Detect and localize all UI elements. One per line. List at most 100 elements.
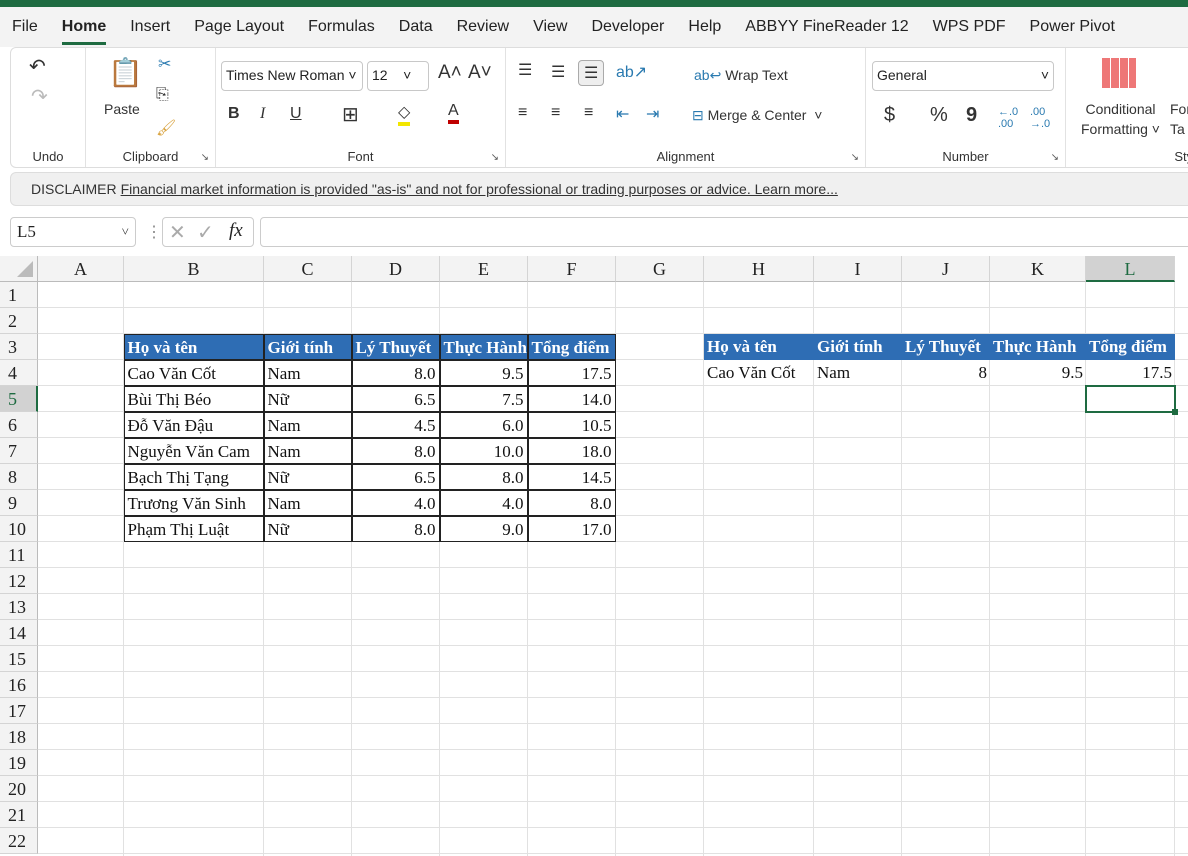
italic-button[interactable]: I xyxy=(260,105,265,123)
align-middle-icon[interactable]: ☰ xyxy=(551,62,565,82)
selected-cell[interactable] xyxy=(1085,385,1176,413)
table-cell[interactable]: Cao Văn Cốt xyxy=(704,360,814,386)
table-cell[interactable]: 14.5 xyxy=(527,463,616,490)
table-cell[interactable]: Nam xyxy=(263,437,352,464)
decrease-indent-icon[interactable]: ⇤ xyxy=(616,104,629,124)
table-cell[interactable]: Nữ xyxy=(263,385,352,412)
tab-data[interactable]: Data xyxy=(387,7,445,47)
undo-icon[interactable]: ↶ xyxy=(29,54,46,79)
tab-review[interactable]: Review xyxy=(445,7,521,47)
row-header-21[interactable]: 21 xyxy=(0,802,38,828)
paste-button[interactable]: Paste xyxy=(104,101,140,117)
table-cell[interactable]: 8.0 xyxy=(351,359,440,386)
table-cell[interactable]: Bùi Thị Béo xyxy=(123,385,264,412)
increase-decimal-icon[interactable]: ←.0.00 xyxy=(998,106,1018,130)
table-cell[interactable]: 8.0 xyxy=(351,515,440,542)
row-header-3[interactable]: 3 xyxy=(0,334,38,360)
table-cell[interactable]: 8.0 xyxy=(527,489,616,516)
dialog-launcher-icon[interactable]: ↘ xyxy=(1051,152,1059,163)
row-header-11[interactable]: 11 xyxy=(0,542,38,568)
enter-icon[interactable]: ✓ xyxy=(197,220,214,245)
align-left-icon[interactable]: ≡ xyxy=(518,104,527,122)
conditional-formatting-button[interactable]: Conditional Formatting ˅ xyxy=(1081,99,1160,139)
table-cell[interactable]: 9.5 xyxy=(990,360,1086,386)
increase-indent-icon[interactable]: ⇥ xyxy=(646,104,659,124)
cut-icon[interactable]: ✂ xyxy=(158,54,171,74)
dialog-launcher-icon[interactable]: ↘ xyxy=(851,152,859,163)
align-top-icon[interactable]: ☰ xyxy=(518,60,532,80)
align-center-icon[interactable]: ≡ xyxy=(551,104,560,122)
paste-icon[interactable]: 📋 xyxy=(108,56,143,89)
formula-input[interactable] xyxy=(260,217,1188,247)
row-header-10[interactable]: 10 xyxy=(0,516,38,542)
tab-wps-pdf[interactable]: WPS PDF xyxy=(921,7,1018,47)
tab-power-pivot[interactable]: Power Pivot xyxy=(1018,7,1127,47)
table-cell[interactable]: Nam xyxy=(263,411,352,438)
font-color-icon[interactable]: A xyxy=(448,102,459,124)
comma-style-button[interactable]: 9 xyxy=(966,104,977,127)
increase-font-icon[interactable]: A˄ xyxy=(438,62,462,84)
disclaimer-link[interactable]: Financial market information is provided… xyxy=(121,181,838,197)
table-cell[interactable]: 9.5 xyxy=(439,359,528,386)
font-name-dropdown[interactable]: Times New Roman ˅ xyxy=(221,61,363,91)
table-cell[interactable]: 18.0 xyxy=(527,437,616,464)
name-box[interactable]: L5 ˅ xyxy=(10,217,136,247)
table-cell[interactable]: 10.5 xyxy=(527,411,616,438)
row-header-2[interactable]: 2 xyxy=(0,308,38,334)
table-cell[interactable]: 8.0 xyxy=(351,437,440,464)
decrease-font-icon[interactable]: A˅ xyxy=(468,62,492,84)
table-cell[interactable]: Phạm Thị Luật xyxy=(123,515,264,542)
column-header-C[interactable]: C xyxy=(264,256,352,282)
row-header-9[interactable]: 9 xyxy=(0,490,38,516)
redo-icon[interactable]: ↷ xyxy=(31,84,48,109)
align-right-icon[interactable]: ≡ xyxy=(584,104,593,122)
column-header-K[interactable]: K xyxy=(990,256,1086,282)
row-header-6[interactable]: 6 xyxy=(0,412,38,438)
table-cell[interactable]: Nữ xyxy=(263,515,352,542)
fill-handle[interactable] xyxy=(1172,409,1178,415)
bold-button[interactable]: B xyxy=(228,105,240,123)
row-header-17[interactable]: 17 xyxy=(0,698,38,724)
tab-home[interactable]: Home xyxy=(50,7,118,47)
table-cell[interactable]: Nguyễn Văn Cam xyxy=(123,437,264,464)
table-cell[interactable]: 9.0 xyxy=(439,515,528,542)
tab-formulas[interactable]: Formulas xyxy=(296,7,387,47)
column-header-E[interactable]: E xyxy=(440,256,528,282)
table-cell[interactable]: 4.0 xyxy=(351,489,440,516)
table-cell[interactable]: 6.0 xyxy=(439,411,528,438)
row-header-19[interactable]: 19 xyxy=(0,750,38,776)
underline-button[interactable]: U xyxy=(290,105,302,123)
insert-function-button[interactable]: fx xyxy=(229,220,243,242)
borders-icon[interactable]: ⊞ xyxy=(342,102,359,127)
select-all-button[interactable] xyxy=(0,256,38,282)
dialog-launcher-icon[interactable]: ↘ xyxy=(201,152,209,163)
column-header-D[interactable]: D xyxy=(352,256,440,282)
row-header-4[interactable]: 4 xyxy=(0,360,38,386)
tab-insert[interactable]: Insert xyxy=(118,7,182,47)
table-cell[interactable]: Nam xyxy=(814,360,902,386)
fill-color-icon[interactable]: ◇ xyxy=(398,102,411,126)
conditional-formatting-icon[interactable] xyxy=(1102,58,1136,88)
copy-icon[interactable]: ⎘ xyxy=(156,86,169,104)
table-cell[interactable]: 8 xyxy=(902,360,990,386)
table-cell[interactable]: 6.5 xyxy=(351,385,440,412)
drag-handle-icon[interactable]: ⋮ xyxy=(146,222,162,242)
row-header-15[interactable]: 15 xyxy=(0,646,38,672)
format-as-table-button[interactable]: For Ta xyxy=(1170,99,1188,139)
table-cell[interactable]: Nam xyxy=(263,489,352,516)
row-header-13[interactable]: 13 xyxy=(0,594,38,620)
tab-help[interactable]: Help xyxy=(676,7,733,47)
column-header-H[interactable]: H xyxy=(704,256,814,282)
table-cell[interactable]: 17.5 xyxy=(527,359,616,386)
row-header-14[interactable]: 14 xyxy=(0,620,38,646)
wrap-text-button[interactable]: ab↩ Wrap Text xyxy=(694,67,788,84)
table-cell[interactable]: Nữ xyxy=(263,463,352,490)
orientation-icon[interactable]: ab↗ xyxy=(616,62,647,82)
row-header-18[interactable]: 18 xyxy=(0,724,38,750)
row-header-16[interactable]: 16 xyxy=(0,672,38,698)
font-size-dropdown[interactable]: 12 ˅ xyxy=(367,61,429,91)
row-header-1[interactable]: 1 xyxy=(0,282,38,308)
row-header-12[interactable]: 12 xyxy=(0,568,38,594)
column-header-G[interactable]: G xyxy=(616,256,704,282)
row-header-5[interactable]: 5 xyxy=(0,386,38,412)
